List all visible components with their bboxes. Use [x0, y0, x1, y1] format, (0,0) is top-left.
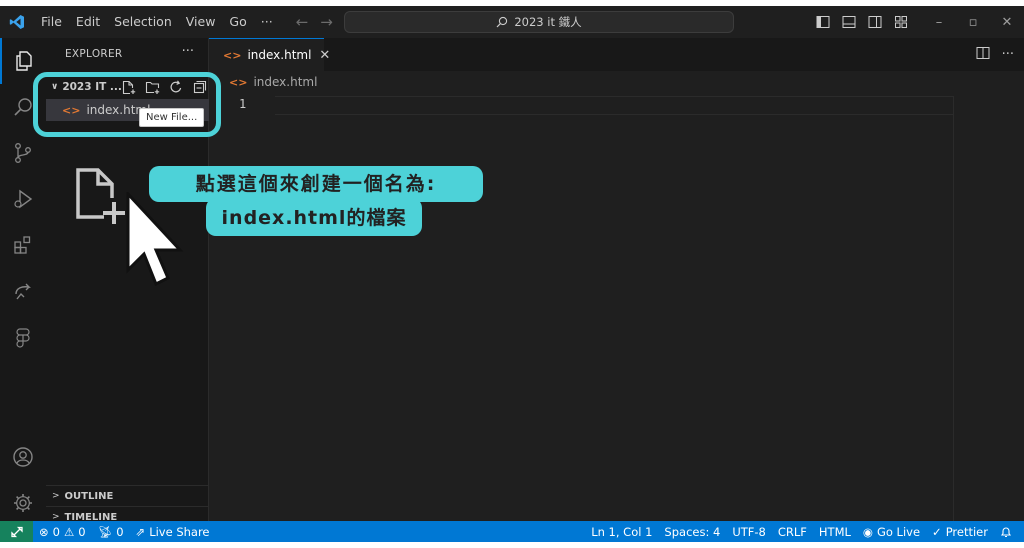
breadcrumb-file[interactable]: index.html: [253, 75, 317, 89]
restore-icon[interactable]: ▫: [956, 6, 990, 38]
ports-indicator[interactable]: 📡︎ 0: [92, 525, 130, 539]
source-control-icon[interactable]: [0, 130, 46, 176]
prettier-label: Prettier: [945, 524, 988, 539]
command-center[interactable]: 2023 it 鐵人: [344, 11, 734, 33]
customize-layout-icon[interactable]: [890, 6, 912, 38]
html-file-icon: <>: [223, 48, 242, 62]
callout-text-line1: 點選這個來創建一個名為:: [195, 173, 437, 195]
go-live-label: Go Live: [876, 524, 921, 539]
live-share-label: Live Share: [149, 524, 210, 539]
tab-label: index.html: [247, 48, 312, 62]
layout-panel-icon[interactable]: [838, 6, 860, 38]
minimize-icon[interactable]: –: [922, 6, 956, 38]
status-bar: ⊗ 0 ⚠ 0 📡︎ 0 ⇗ Live Share Ln 1, Col 1 Sp…: [0, 521, 1024, 542]
line-number: 1: [239, 97, 247, 111]
extensions-icon[interactable]: [0, 222, 46, 268]
end-of-line[interactable]: CRLF: [772, 525, 813, 539]
warning-count: 0: [78, 524, 86, 539]
gear-icon[interactable]: [0, 480, 46, 526]
breadcrumb: <> index.html: [229, 75, 317, 89]
account-icon[interactable]: [0, 434, 46, 480]
language-mode[interactable]: HTML: [813, 525, 857, 539]
go-live-button[interactable]: ◉ Go Live: [857, 525, 926, 539]
title-right-controls: – ▫ ✕: [812, 6, 1024, 38]
menu-edit[interactable]: Edit: [69, 6, 107, 38]
ports-count: 0: [116, 524, 124, 539]
menu-file[interactable]: File: [34, 6, 69, 38]
broadcast-icon: ◉: [862, 524, 873, 539]
figma-icon[interactable]: [0, 314, 46, 360]
indentation[interactable]: Spaces: 4: [658, 525, 726, 539]
editor-more-button[interactable]: ···: [1002, 47, 1014, 62]
tab-index-html[interactable]: <> index.html ✕: [209, 38, 330, 71]
highlight-box: [33, 72, 221, 137]
nav-arrows: ← →: [296, 13, 333, 31]
live-share-button[interactable]: ⇗ Live Share: [130, 525, 216, 539]
remote-icon[interactable]: [0, 521, 33, 542]
back-arrow-icon[interactable]: ←: [296, 13, 309, 31]
menu-more[interactable]: ···: [254, 6, 280, 38]
split-editor-icon[interactable]: [976, 46, 990, 64]
menu-view[interactable]: View: [179, 6, 223, 38]
explorer-title: EXPLORER: [65, 48, 123, 60]
encoding[interactable]: UTF-8: [726, 525, 772, 539]
broadcast-icon: 📡︎: [97, 524, 113, 539]
annotation-callout: 點選這個來創建一個名為: index.html的檔案: [149, 166, 483, 236]
warning-icon: ⚠: [63, 524, 75, 539]
remote-explorer-icon[interactable]: [0, 268, 46, 314]
search-icon: [496, 16, 508, 28]
problems-indicator[interactable]: ⊗ 0 ⚠ 0: [33, 525, 92, 539]
live-share-icon: ⇗: [135, 524, 146, 539]
outline-label: OUTLINE: [64, 490, 114, 502]
layout-sidebar-icon[interactable]: [812, 6, 834, 38]
menu-selection[interactable]: Selection: [107, 6, 179, 38]
explorer-more-button[interactable]: ···: [182, 44, 194, 59]
double-check-icon: ✓: [932, 524, 942, 539]
close-window-icon[interactable]: ✕: [990, 6, 1024, 38]
tabs-bar: <> index.html ✕ ···: [209, 38, 1024, 71]
new-file-icon: [76, 168, 125, 224]
run-debug-icon[interactable]: [0, 176, 46, 222]
status-right: Ln 1, Col 1 Spaces: 4 UTF-8 CRLF HTML ◉ …: [585, 521, 1024, 542]
forward-arrow-icon[interactable]: →: [320, 13, 333, 31]
outline-section[interactable]: > OUTLINE: [46, 485, 209, 506]
error-icon: ⊗: [39, 524, 49, 539]
vscode-window: File Edit Selection View Go ··· ← → 2023…: [0, 6, 1024, 542]
menu-bar: File Edit Selection View Go ···: [34, 6, 280, 38]
close-tab-icon[interactable]: ✕: [319, 48, 330, 63]
command-center-label: 2023 it 鐵人: [514, 15, 582, 29]
callout-text-line2: index.html的檔案: [221, 207, 407, 229]
minimap-divider: [953, 96, 954, 521]
cursor-position[interactable]: Ln 1, Col 1: [585, 525, 658, 539]
prettier-button[interactable]: ✓ Prettier: [926, 525, 994, 539]
current-line-highlight[interactable]: [275, 96, 953, 115]
vscode-logo-icon: [0, 6, 34, 38]
title-bar: File Edit Selection View Go ··· ← → 2023…: [0, 6, 1024, 38]
chevron-right-icon: >: [52, 491, 60, 501]
editor-area: <> index.html ✕ ··· <> index.html 1: [209, 38, 1024, 521]
bell-icon[interactable]: [994, 526, 1024, 538]
menu-go[interactable]: Go: [222, 6, 253, 38]
layout-secondary-sidebar-icon[interactable]: [864, 6, 886, 38]
html-file-icon: <>: [229, 75, 248, 89]
editor-actions: ···: [976, 38, 1014, 71]
error-count: 0: [52, 524, 60, 539]
new-file-tooltip: New File...: [139, 108, 205, 127]
